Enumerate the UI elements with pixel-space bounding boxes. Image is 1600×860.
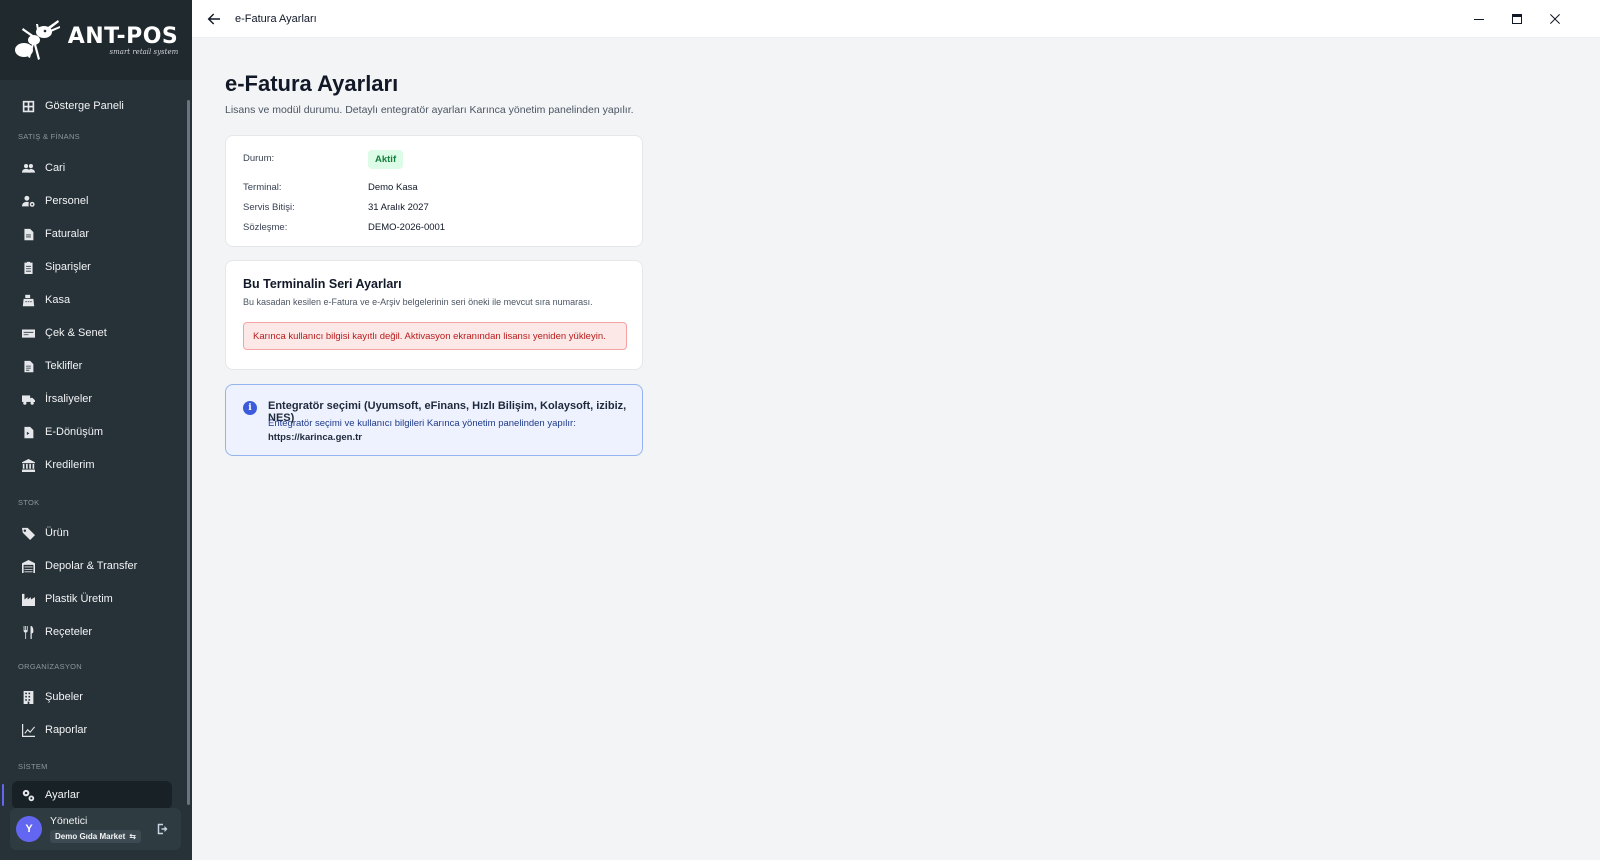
sidebar-item-label: Faturalar <box>45 228 90 240</box>
back-arrow-icon[interactable] <box>206 11 222 27</box>
sidebar-item-cek-senet[interactable]: Çek & Senet <box>12 319 172 347</box>
user-card[interactable]: Y Yönetici Demo Gıda Market ⇆ <box>10 808 181 850</box>
sidebar-item-label: Siparişler <box>45 261 91 273</box>
series-description: Bu kasadan kesilen e-Fatura ve e-Arşiv b… <box>243 297 593 307</box>
shop-switcher[interactable]: Demo Gıda Market ⇆ <box>50 830 141 843</box>
sidebar-scrollbar[interactable] <box>187 100 190 805</box>
bank-icon <box>22 458 35 472</box>
series-settings-card: Bu Terminalin Seri Ayarları Bu kasadan k… <box>225 260 643 370</box>
page-description: Lisans ve modül durumu. Detaylı entegrat… <box>225 104 634 116</box>
section-sales: SATIŞ & FİNANS <box>18 132 80 141</box>
maximize-icon[interactable] <box>1507 9 1527 29</box>
file-text-icon <box>22 360 35 373</box>
info-icon: i <box>243 401 257 415</box>
sidebar-item-label: Ayarlar <box>45 789 80 801</box>
sidebar-item-label: Gösterge Paneli <box>45 100 124 112</box>
sidebar-item-label: Teklifler <box>45 360 83 372</box>
ant-logo-icon <box>14 20 60 60</box>
person-gear-icon <box>22 195 35 208</box>
section-system: SİSTEM <box>18 762 48 771</box>
sidebar-item-label: Depolar & Transfer <box>45 560 138 572</box>
logo-title: ANT-POS <box>67 24 179 49</box>
sidebar-item-ayarlar[interactable]: Ayarlar <box>12 781 172 809</box>
service-end-label: Servis Bitişi: <box>243 202 295 213</box>
sidebar-item-label: Çek & Senet <box>45 327 107 339</box>
sidebar-item-label: Kasa <box>45 294 71 306</box>
sidebar-item-label: Cari <box>45 162 66 174</box>
section-org: ORGANİZASYON <box>18 662 83 671</box>
sidebar-item-raporlar[interactable]: Raporlar <box>12 716 172 744</box>
title-bar: e-Fatura Ayarları <box>192 0 1600 38</box>
swap-icon: ⇆ <box>129 832 136 841</box>
page-title: e-Fatura Ayarları <box>225 71 399 96</box>
integrator-info-box: i Entegratör seçimi (Uyumsoft, eFinans, … <box>225 384 643 456</box>
sidebar-item-label: Ürün <box>45 527 69 539</box>
sidebar-item-label: Şubeler <box>45 691 83 703</box>
building-icon <box>22 690 35 704</box>
gears-icon <box>22 789 35 802</box>
terminal-value: Demo Kasa <box>368 182 418 193</box>
logout-icon[interactable] <box>157 822 169 835</box>
card-icon <box>22 327 35 340</box>
window-title: e-Fatura Ayarları <box>235 13 317 25</box>
sidebar-item-teklifler[interactable]: Teklifler <box>12 352 172 380</box>
terminal-label: Terminal: <box>243 182 282 193</box>
sidebar-item-e-donusum[interactable]: E-Dönüşüm <box>12 418 172 446</box>
sidebar-item-label: E-Dönüşüm <box>45 426 104 438</box>
sidebar-item-urun[interactable]: Ürün <box>12 519 172 547</box>
clipboard-icon <box>22 261 35 274</box>
sidebar-item-label: Personel <box>45 195 89 207</box>
sidebar-item-label: İrsaliyeler <box>45 393 93 405</box>
status-badge: Aktif <box>368 150 404 169</box>
tag-icon <box>22 527 35 540</box>
series-title: Bu Terminalin Seri Ayarları <box>243 277 402 291</box>
sidebar-item-plastik-uretim[interactable]: Plastik Üretim <box>12 585 172 613</box>
sidebar-item-depolar[interactable]: Depolar & Transfer <box>12 552 172 580</box>
sidebar-item-receteler[interactable]: Reçeteler <box>12 618 172 646</box>
karinca-link[interactable]: https://karinca.gen.tr <box>268 432 362 443</box>
contract-label: Sözleşme: <box>243 222 288 233</box>
cash-register-icon <box>22 294 35 307</box>
section-stock: STOK <box>18 498 40 507</box>
license-status-card: Durum: Aktif Terminal: Demo Kasa Servis … <box>225 135 643 247</box>
users-icon <box>22 162 35 175</box>
sidebar-item-cari[interactable]: Cari <box>12 154 172 182</box>
sidebar-item-faturalar[interactable]: Faturalar <box>12 220 172 248</box>
sidebar-item-dashboard[interactable]: Gösterge Paneli <box>12 92 172 120</box>
sidebar-item-label: Kredilerim <box>45 459 95 471</box>
dashboard-icon <box>22 100 35 113</box>
truck-icon <box>22 393 35 406</box>
sidebar-item-label: Raporlar <box>45 724 88 736</box>
service-end-value: 31 Aralık 2027 <box>368 202 429 213</box>
shop-name: Demo Gıda Market <box>55 832 126 841</box>
utensils-icon <box>22 625 35 639</box>
minimize-icon[interactable] <box>1469 9 1489 29</box>
avatar: Y <box>16 816 42 842</box>
sidebar: ANT-POS smart retail system Gösterge Pan… <box>0 0 192 860</box>
contract-value: DEMO-2026-0001 <box>368 222 446 233</box>
user-name: Yönetici <box>50 815 88 827</box>
page-header: e-Fatura Ayarları Lisans ve modül durumu… <box>225 66 645 116</box>
sidebar-item-label: Plastik Üretim <box>45 593 113 605</box>
sidebar-item-kredilerim[interactable]: Kredilerim <box>12 451 172 479</box>
sidebar-item-kasa[interactable]: Kasa <box>12 286 172 314</box>
error-alert: Karınca kullanıcı bilgisi kayıtlı değil.… <box>243 322 627 350</box>
sidebar-item-personel[interactable]: Personel <box>12 187 172 215</box>
sidebar-item-siparisler[interactable]: Siparişler <box>12 253 172 281</box>
factory-icon <box>22 593 35 606</box>
file-sync-icon <box>22 426 35 439</box>
document-icon <box>22 228 35 241</box>
close-icon[interactable] <box>1545 9 1565 29</box>
sidebar-item-label: Reçeteler <box>45 626 93 638</box>
sidebar-item-subeler[interactable]: Şubeler <box>12 683 172 711</box>
error-alert-text: Karınca kullanıcı bilgisi kayıtlı değil.… <box>253 330 606 342</box>
active-indicator <box>2 784 4 806</box>
chart-line-icon <box>22 723 35 737</box>
sidebar-item-irsaliyeler[interactable]: İrsaliyeler <box>12 385 172 413</box>
logo[interactable]: ANT-POS smart retail system <box>0 0 192 80</box>
logo-subtitle: smart retail system <box>109 48 179 56</box>
warehouse-icon <box>22 559 35 573</box>
integrator-text: Entegratör seçimi ve kullanıcı bilgileri… <box>268 418 576 429</box>
status-label: Durum: <box>243 153 275 164</box>
